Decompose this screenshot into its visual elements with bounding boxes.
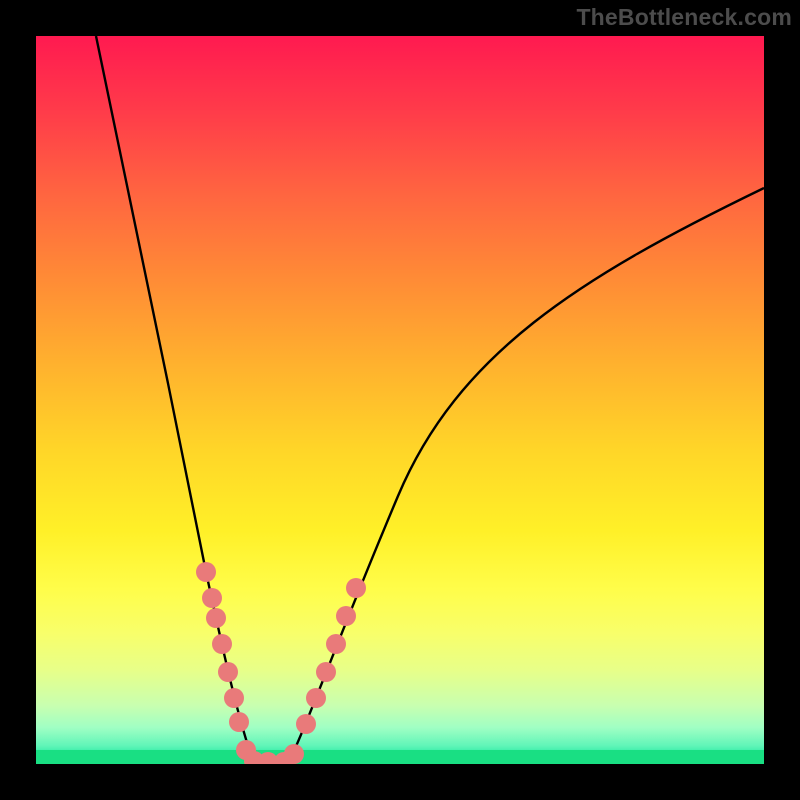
curve-layer [36,36,764,764]
left-curve [96,36,254,763]
marker-group [196,562,366,764]
right-curve [288,188,764,763]
chart-frame: TheBottleneck.com [0,0,800,800]
plot-area [36,36,764,764]
watermark-text: TheBottleneck.com [576,4,792,31]
